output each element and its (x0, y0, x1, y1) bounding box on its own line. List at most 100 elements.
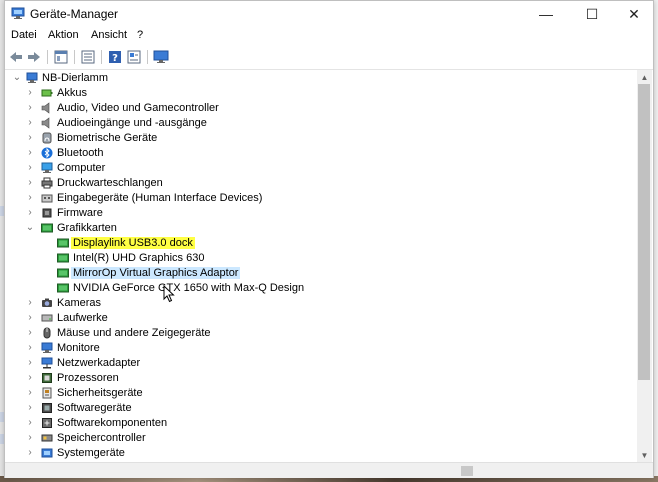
toolbar-separator (147, 50, 148, 64)
chevron-down-icon[interactable]: ⌄ (12, 73, 22, 83)
chevron-right-icon[interactable]: › (25, 343, 35, 353)
tree-item-label: Akkus (57, 87, 87, 99)
tree-item-label: Firmware (57, 207, 103, 219)
chevron-right-icon[interactable]: › (25, 433, 35, 443)
chevron-right-icon[interactable]: › (25, 133, 35, 143)
tree-item-label: Prozessoren (57, 372, 119, 384)
properties-icon[interactable] (52, 48, 70, 66)
update-list-icon[interactable] (79, 48, 97, 66)
tree-category[interactable]: › Audio, Video und Gamecontroller (5, 101, 637, 116)
processor-icon (41, 372, 53, 384)
tree-device[interactable]: MirrorOp Virtual Graphics Adaptor (5, 266, 637, 281)
tree-item-label: Druckwarteschlangen (57, 177, 163, 189)
drive-icon (41, 312, 53, 324)
chevron-right-icon[interactable]: › (25, 148, 35, 158)
forward-arrow-icon[interactable] (25, 48, 43, 66)
tree-item-label: Systemgeräte (57, 447, 125, 459)
chevron-right-icon[interactable]: › (25, 298, 35, 308)
chevron-down-icon[interactable]: ⌄ (25, 223, 35, 233)
device-tree[interactable]: ⌄ NB-Dierlamm › Akkus › Audio, Video und Game… (5, 70, 637, 462)
network-icon (41, 357, 53, 369)
close-button[interactable]: ✕ (611, 1, 657, 27)
toolbar: ? (5, 45, 653, 70)
help-icon[interactable]: ? (106, 48, 124, 66)
chevron-right-icon[interactable]: › (25, 103, 35, 113)
menu-help[interactable]: ? (137, 29, 143, 41)
menu-datei[interactable]: Datei (11, 29, 37, 41)
tree-category[interactable]: › Bluetooth (5, 146, 637, 161)
maximize-button[interactable]: ☐ (569, 1, 615, 27)
tree-category[interactable]: › Prozessoren (5, 371, 637, 386)
tree-category[interactable]: › Firmware (5, 206, 637, 221)
chevron-right-icon[interactable]: › (25, 163, 35, 173)
device-manager-icon (11, 7, 25, 19)
tree-category[interactable]: › Monitore (5, 341, 637, 356)
tree-category[interactable]: › Druckwarteschlangen (5, 176, 637, 191)
chevron-right-icon[interactable]: › (25, 373, 35, 383)
chevron-right-icon[interactable]: › (25, 313, 35, 323)
minimize-button[interactable]: — (523, 1, 569, 27)
tree-device[interactable]: NVIDIA GeForce GTX 1650 with Max-Q Desig… (5, 281, 637, 296)
tree-category[interactable]: › Softwaregeräte (5, 401, 637, 416)
tree-category[interactable]: › Audioeingänge und -ausgänge (5, 116, 637, 131)
scroll-down-button[interactable]: ▼ (637, 448, 652, 462)
speaker-icon (41, 102, 53, 114)
tree-category[interactable]: › Speichercontroller (5, 431, 637, 446)
printer-icon (41, 177, 53, 189)
tree-item-label: Mäuse und andere Zeigegeräte (57, 327, 211, 339)
tree-category[interactable]: › Laufwerke (5, 311, 637, 326)
tree-item-label: Eingabegeräte (Human Interface Devices) (57, 192, 263, 204)
chevron-right-icon[interactable]: › (25, 388, 35, 398)
back-arrow-icon[interactable] (7, 48, 25, 66)
chevron-right-icon[interactable]: › (25, 118, 35, 128)
menu-aktion[interactable]: Aktion (48, 29, 79, 41)
chevron-right-icon[interactable]: › (25, 418, 35, 428)
vertical-scrollbar[interactable]: ▲ ▼ (637, 70, 652, 462)
chevron-right-icon[interactable]: › (25, 88, 35, 98)
tree-device[interactable]: Displaylink USB3.0 dock (5, 236, 637, 251)
tree-category[interactable]: › Computer (5, 161, 637, 176)
chevron-right-icon[interactable]: › (25, 328, 35, 338)
tree-category[interactable]: › Sicherheitsgeräte (5, 386, 637, 401)
tree-item-label: Monitore (57, 342, 100, 354)
tree-category[interactable]: › Akkus (5, 86, 637, 101)
tree-item-label: Biometrische Geräte (57, 132, 158, 144)
tree-device[interactable]: Intel(R) UHD Graphics 630 (5, 251, 637, 266)
chevron-right-icon[interactable]: › (25, 208, 35, 218)
menu-ansicht[interactable]: Ansicht (91, 29, 127, 41)
tree-item-label: Softwaregeräte (57, 402, 132, 414)
title-bar[interactable]: Geräte-Manager — ☐ ✕ (5, 1, 653, 27)
monitor-icon[interactable] (152, 48, 170, 66)
tree-category[interactable]: › Biometrische Geräte (5, 131, 637, 146)
hid-icon (41, 192, 53, 204)
tree-item-label: Kameras (57, 297, 102, 309)
tree-category[interactable]: › Netzwerkadapter (5, 356, 637, 371)
tree-category[interactable]: › Systemgeräte (5, 446, 637, 461)
toolbar-separator (47, 50, 48, 64)
tree-category[interactable]: › Softwarekomponenten (5, 416, 637, 431)
computer-root-icon (26, 72, 38, 84)
tree-item-label: NVIDIA GeForce GTX 1650 with Max-Q Desig… (73, 282, 305, 294)
tree-category[interactable]: › Mäuse und andere Zeigegeräte (5, 326, 637, 341)
tree-category[interactable]: › Kameras (5, 296, 637, 311)
security-icon (41, 387, 53, 399)
chevron-right-icon[interactable]: › (25, 358, 35, 368)
tree-root-computer[interactable]: ⌄ NB-Dierlamm (5, 71, 637, 86)
status-bar-segment (461, 466, 473, 476)
chevron-right-icon[interactable]: › (25, 178, 35, 188)
device-manager-window: Geräte-Manager — ☐ ✕ Datei Aktion Ansich… (4, 0, 654, 478)
view-icon[interactable] (125, 48, 143, 66)
chevron-right-icon[interactable]: › (25, 403, 35, 413)
mouse-icon (41, 327, 53, 339)
tree-item-label: MirrorOp Virtual Graphics Adaptor (71, 267, 241, 279)
scroll-up-button[interactable]: ▲ (637, 70, 652, 84)
tree-category[interactable]: ⌄ Grafikkarten (5, 221, 637, 236)
vertical-scroll-thumb[interactable] (638, 84, 650, 380)
tree-item-label: Laufwerke (57, 312, 108, 324)
chevron-right-icon[interactable]: › (25, 448, 35, 458)
tree-category[interactable]: › Eingabegeräte (Human Interface Devices) (5, 191, 637, 206)
chip-icon (41, 207, 53, 219)
tree-item-label: Softwarekomponenten (57, 417, 168, 429)
chevron-right-icon[interactable]: › (25, 193, 35, 203)
fingerprint-icon (41, 132, 53, 144)
